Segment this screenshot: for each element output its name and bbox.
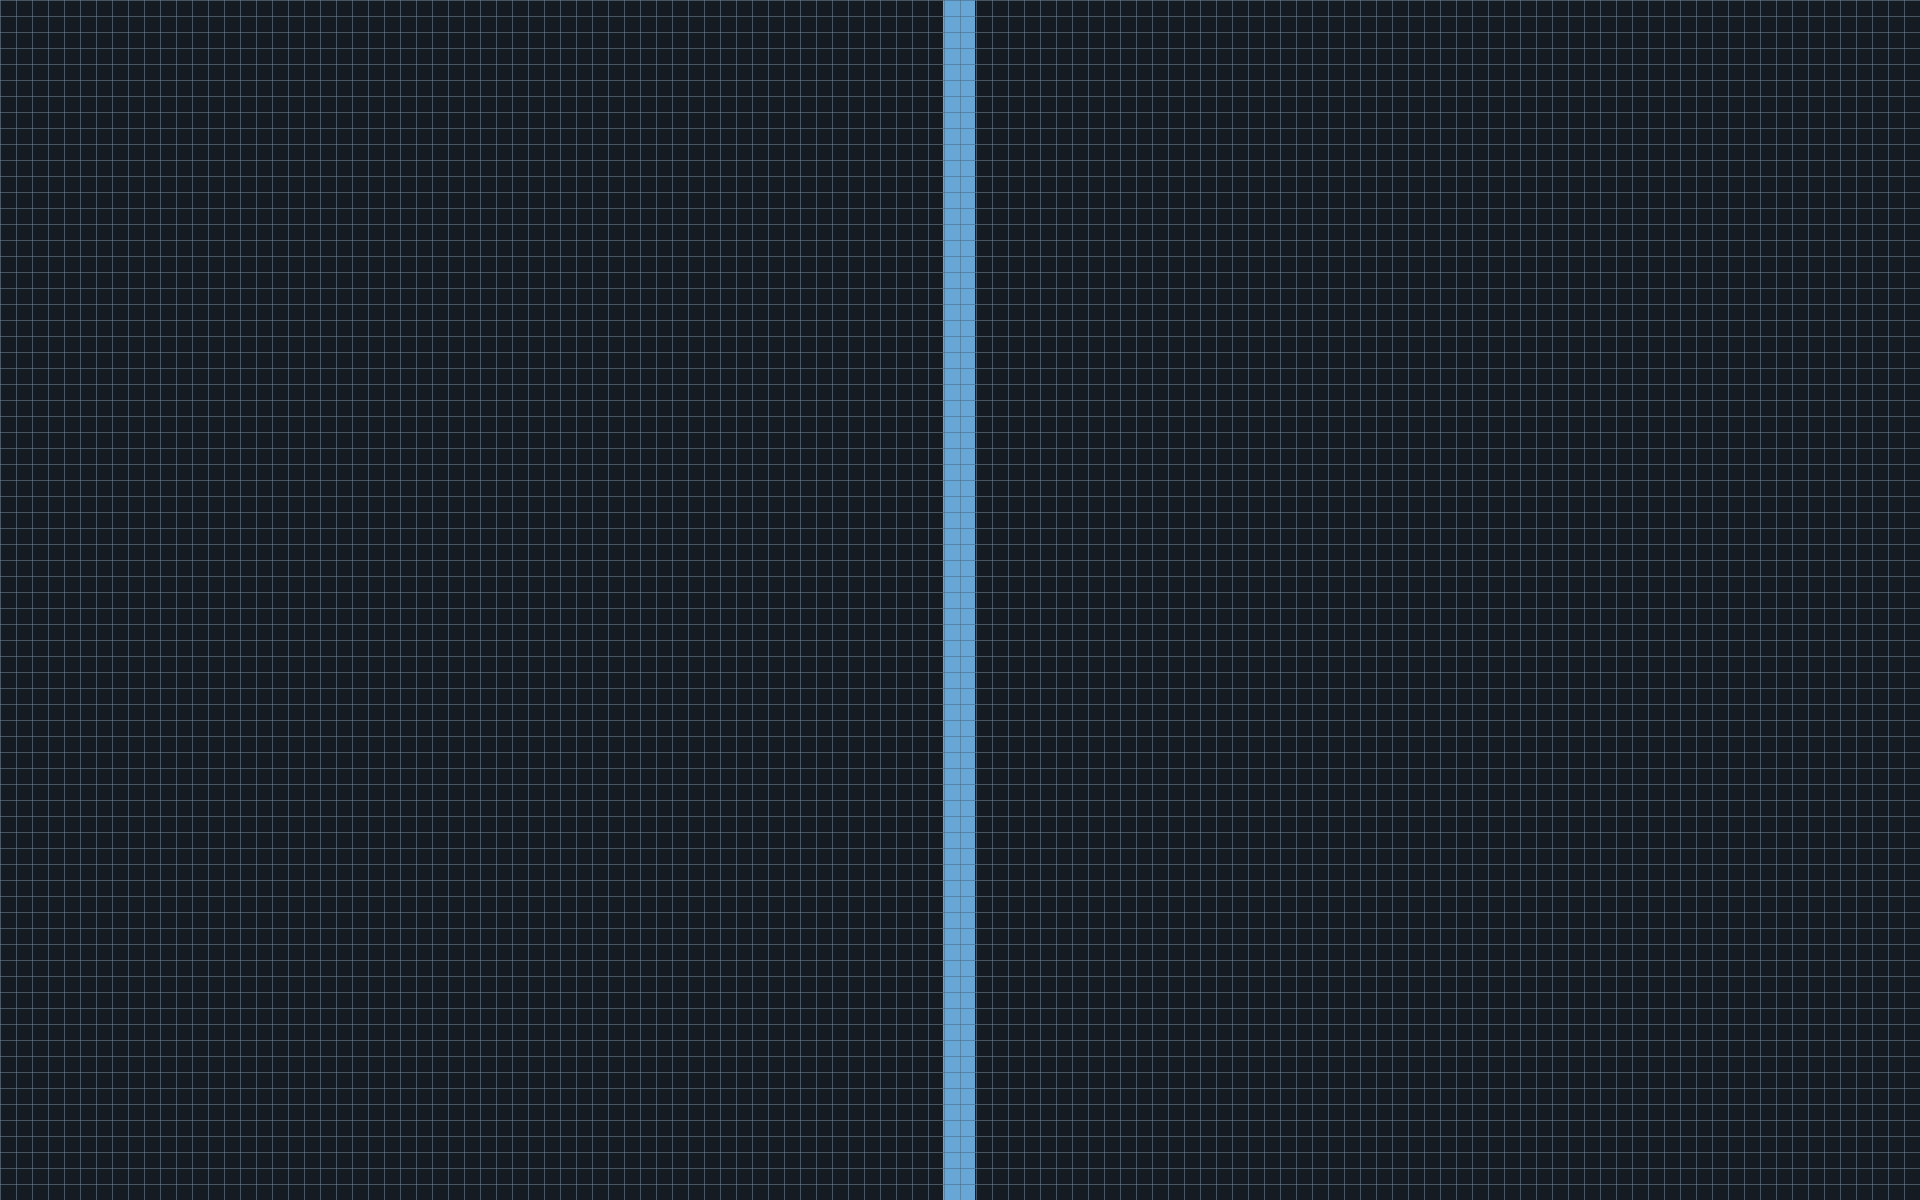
right-grid-pane[interactable]	[975, 0, 1920, 1200]
grid-canvas[interactable]	[0, 0, 1920, 1200]
vertical-split-divider[interactable]	[943, 0, 975, 1200]
left-grid-pane[interactable]	[0, 0, 943, 1200]
